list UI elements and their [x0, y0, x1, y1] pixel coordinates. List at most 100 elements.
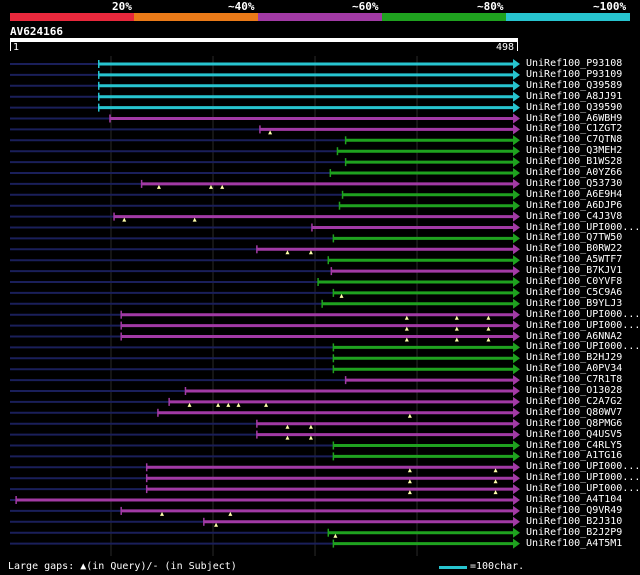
hit-row[interactable]	[10, 211, 520, 222]
hit-label-link[interactable]: UniRef100_UPI000...	[526, 309, 640, 320]
hit-label-link[interactable]: UniRef100_B2J310	[526, 516, 622, 527]
hit-label-link[interactable]: UniRef100_Q53730	[526, 178, 622, 189]
hit-label-link[interactable]: UniRef100_UPI000...	[526, 320, 640, 331]
hit-row[interactable]	[10, 189, 520, 200]
hit-row[interactable]	[10, 418, 520, 429]
hit-row[interactable]	[10, 244, 520, 255]
hit-label-link[interactable]: UniRef100_A5WTF7	[526, 254, 622, 265]
hit-label-link[interactable]: UniRef100_A4T5M1	[526, 538, 622, 549]
query-gap-marker	[236, 402, 241, 407]
hit-label-link[interactable]: UniRef100_A6DJP6	[526, 200, 622, 211]
hit-label-link[interactable]: UniRef100_B0RW22	[526, 243, 622, 254]
hit-row[interactable]	[10, 266, 520, 277]
hit-label-link[interactable]: UniRef100_A1TG16	[526, 450, 622, 461]
hit-label-link[interactable]: UniRef100_P93109	[526, 69, 622, 80]
hit-label-link[interactable]: UniRef100_A6NNA2	[526, 331, 622, 342]
hit-label-link[interactable]: UniRef100_B7KJV1	[526, 265, 622, 276]
hit-row[interactable]	[10, 386, 520, 396]
hit-row[interactable]	[10, 407, 520, 418]
hit-row[interactable]	[10, 287, 520, 298]
hit-row[interactable]	[10, 440, 520, 451]
hit-row[interactable]	[10, 516, 520, 527]
query-gap-marker	[308, 435, 313, 440]
hit-label-link[interactable]: UniRef100_C5C9A6	[526, 287, 622, 298]
hit-row[interactable]	[10, 233, 520, 244]
hit-label-link[interactable]: UniRef100_C7QTN8	[526, 134, 622, 145]
hit-row[interactable]	[10, 331, 520, 342]
hit-label-link[interactable]: UniRef100_P93108	[526, 58, 622, 69]
hit-row[interactable]	[10, 527, 520, 538]
ruler-end-label: 498	[496, 42, 515, 53]
hit-label-link[interactable]: UniRef100_Q39590	[526, 102, 622, 113]
hit-row[interactable]	[10, 364, 520, 375]
hit-row[interactable]	[10, 309, 520, 320]
hit-row[interactable]	[10, 298, 520, 309]
hit-label-link[interactable]: UniRef100_B2HJ29	[526, 352, 622, 363]
hit-row[interactable]	[10, 135, 520, 146]
hit-label-link[interactable]: UniRef100_C4RLY5	[526, 440, 622, 451]
alignment-arrow	[513, 538, 520, 549]
hit-row[interactable]	[10, 451, 520, 462]
query-gap-marker	[214, 522, 219, 527]
hit-row[interactable]	[10, 462, 520, 473]
hit-row[interactable]	[10, 69, 520, 80]
hit-row[interactable]	[10, 396, 520, 407]
hit-label-link[interactable]: UniRef100_A0YZ66	[526, 167, 622, 178]
hit-label-link[interactable]: UniRef100_Q9VR49	[526, 505, 622, 516]
hit-label-link[interactable]: UniRef100_Q8PMG6	[526, 418, 622, 429]
hit-row[interactable]	[10, 320, 520, 331]
hit-label-link[interactable]: UniRef100_A4T104	[526, 494, 622, 505]
hit-label-link[interactable]: UniRef100_C1ZGT2	[526, 123, 622, 134]
hit-row[interactable]	[10, 200, 520, 211]
hit-label-link[interactable]: UniRef100_C0YVF8	[526, 276, 622, 287]
hit-row[interactable]	[10, 429, 520, 440]
hit-label-link[interactable]: UniRef100_Q80WV7	[526, 407, 622, 418]
hit-row[interactable]	[10, 353, 520, 364]
hit-row[interactable]	[10, 102, 520, 113]
hit-row[interactable]	[10, 538, 520, 549]
alignment-arrow	[513, 298, 520, 309]
hit-label-link[interactable]: UniRef100_Q39589	[526, 80, 622, 91]
alignment-arrow	[513, 429, 520, 440]
hit-label-link[interactable]: UniRef100_Q7TW50	[526, 232, 622, 243]
hit-label-link[interactable]: UniRef100_A0PV34	[526, 363, 622, 374]
hit-label-link[interactable]: UniRef100_UPI000...	[526, 222, 640, 233]
hit-row[interactable]	[10, 375, 520, 386]
hit-row[interactable]	[10, 178, 520, 189]
hit-row[interactable]	[10, 59, 520, 69]
hit-label-link[interactable]: UniRef100_UPI000...	[526, 341, 640, 352]
hit-row[interactable]	[10, 80, 520, 91]
hit-label-link[interactable]: UniRef100_B1WS28	[526, 156, 622, 167]
hit-row[interactable]	[10, 124, 520, 135]
hit-label-link[interactable]: UniRef100_Q3MEH2	[526, 145, 622, 156]
hit-label-link[interactable]: UniRef100_Q4USV5	[526, 429, 622, 440]
hit-row[interactable]	[10, 484, 520, 495]
hit-row[interactable]	[10, 255, 520, 266]
hit-label-link[interactable]: UniRef100_A8JJ91	[526, 91, 622, 102]
hit-label-link[interactable]: UniRef100_UPI000...	[526, 483, 640, 494]
hit-row[interactable]	[10, 277, 520, 287]
hit-row[interactable]	[10, 342, 520, 353]
hit-row[interactable]	[10, 505, 520, 516]
hit-label-link[interactable]: UniRef100_UPI000...	[526, 472, 640, 483]
alignment-arrow	[513, 320, 520, 331]
hit-label-link[interactable]: UniRef100_A6E9H4	[526, 189, 622, 200]
hit-row[interactable]	[10, 222, 520, 233]
query-gap-marker	[404, 315, 409, 320]
hit-label-link[interactable]: UniRef100_UPI000...	[526, 461, 640, 472]
hit-label-link[interactable]: UniRef100_C2A7G2	[526, 396, 622, 407]
hit-label-link[interactable]: UniRef100_A6WBH9	[526, 113, 622, 124]
hit-row[interactable]	[10, 168, 520, 178]
hit-label-link[interactable]: UniRef100_C7R1T8	[526, 374, 622, 385]
hit-label-link[interactable]: UniRef100_O13028	[526, 385, 622, 396]
alignment-arrow	[513, 69, 520, 80]
hit-label-link[interactable]: UniRef100_C4J3V8	[526, 211, 622, 222]
hit-row[interactable]	[10, 473, 520, 484]
hit-row[interactable]	[10, 146, 520, 157]
hit-label-link[interactable]: UniRef100_B2J2P9	[526, 527, 622, 538]
hit-row[interactable]	[10, 91, 520, 102]
hit-row[interactable]	[10, 157, 520, 168]
hit-row[interactable]	[10, 113, 520, 124]
hit-label-link[interactable]: UniRef100_B9YLJ3	[526, 298, 622, 309]
hit-row[interactable]	[10, 495, 520, 505]
